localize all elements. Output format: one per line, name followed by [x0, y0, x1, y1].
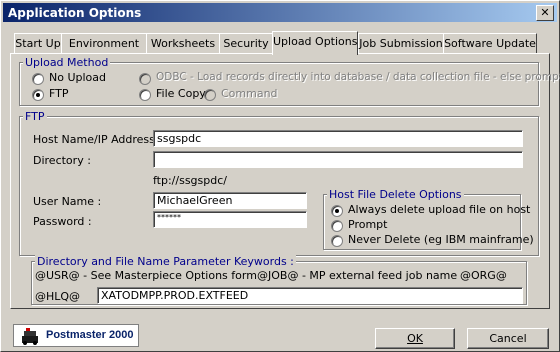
always-delete-radio[interactable] — [331, 205, 343, 217]
no-upload-radio[interactable] — [32, 73, 44, 85]
password-input[interactable]: ****** — [153, 211, 307, 228]
no-upload-label[interactable]: No Upload — [49, 71, 106, 84]
never-delete-radio[interactable] — [331, 235, 343, 247]
host-name-label: Host Name/IP Address : — [33, 133, 163, 146]
postmaster-logo-icon — [22, 328, 38, 345]
usr-keyword-text: @USR@ - See Masterpiece Options form — [35, 269, 257, 282]
prompt-radio[interactable] — [331, 220, 343, 232]
host-delete-legend: Host File Delete Options — [327, 188, 464, 201]
ftp-radio[interactable] — [32, 89, 44, 101]
hlq-keyword-label: @HLQ@ — [35, 290, 81, 303]
application-options-window: Application Options ✕ Start Up Environme… — [0, 0, 560, 352]
host-name-input[interactable]: ssgspdc — [153, 130, 523, 147]
tab-worksheets[interactable]: Worksheets — [146, 33, 220, 54]
upload-options-page: Upload Method No Upload FTP ODBC - Load … — [10, 53, 560, 309]
directory-label: Directory : — [33, 154, 91, 167]
directory-input[interactable] — [153, 151, 523, 168]
ftp-label[interactable]: FTP — [49, 87, 69, 100]
cancel-button-label: Cancel — [489, 332, 527, 345]
odbc-label: ODBC - Load records directly into databa… — [156, 71, 560, 83]
command-radio — [204, 89, 216, 101]
ok-button-label: OK — [407, 332, 423, 345]
hlq-input[interactable]: XATODMPP.PROD.EXTFEED — [97, 287, 523, 304]
upload-method-legend: Upload Method — [23, 56, 111, 69]
tab-job-submission[interactable]: Job Submission — [358, 33, 444, 54]
tab-upload-options[interactable]: Upload Options — [272, 31, 358, 55]
org-keyword-text: @ORG@ — [460, 269, 507, 282]
file-copy-label[interactable]: File Copy — [156, 87, 206, 100]
window-title: Application Options — [8, 6, 142, 20]
ftp-path-text: ftp://ssgspdc/ — [153, 174, 227, 187]
tab-environment[interactable]: Environment — [61, 33, 147, 54]
odbc-radio — [139, 73, 151, 85]
close-button[interactable]: ✕ — [536, 5, 554, 21]
close-icon: ✕ — [540, 6, 550, 19]
tab-security[interactable]: Security — [219, 33, 273, 54]
tab-software-update[interactable]: Software Update — [443, 33, 537, 54]
password-label: Password : — [33, 215, 92, 228]
user-name-label: User Name : — [33, 195, 102, 208]
file-copy-radio[interactable] — [139, 89, 151, 101]
ftp-legend: FTP — [23, 110, 47, 123]
job-keyword-text: @JOB@ - MP external feed job name — [257, 269, 458, 282]
prompt-label[interactable]: Prompt — [348, 218, 387, 231]
always-delete-label[interactable]: Always delete upload file on host — [348, 203, 530, 216]
postmaster-logo: Postmaster 2000 — [13, 324, 139, 347]
cancel-button[interactable]: Cancel — [467, 328, 549, 349]
title-bar[interactable]: Application Options ✕ — [3, 3, 557, 22]
never-delete-label[interactable]: Never Delete (eg IBM mainframe) — [348, 233, 534, 246]
keywords-legend: Directory and File Name Parameter Keywor… — [35, 255, 296, 268]
command-label: Command — [221, 87, 278, 100]
postmaster-logo-text: Postmaster 2000 — [46, 329, 134, 341]
tab-start-up[interactable]: Start Up — [14, 33, 62, 54]
ok-button[interactable]: OK — [375, 328, 455, 349]
user-name-input[interactable]: MichaelGreen — [153, 192, 307, 209]
